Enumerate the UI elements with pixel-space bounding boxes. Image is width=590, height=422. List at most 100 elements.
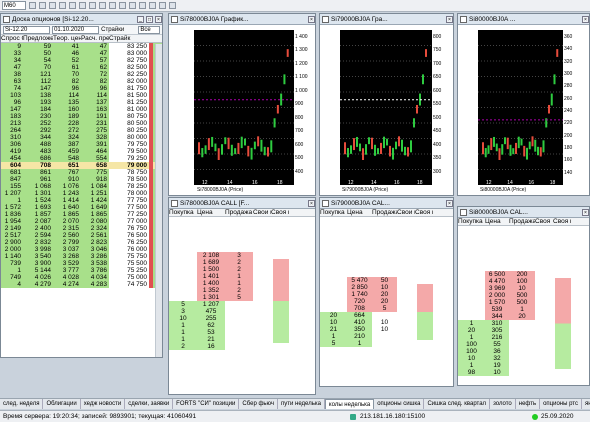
redo-icon[interactable] bbox=[119, 2, 126, 9]
board-row[interactable]: 9 59 41 47 83 250 bbox=[1, 43, 162, 50]
ask-level[interactable]: 720 20 bbox=[320, 298, 453, 305]
board-row[interactable]: 1 954 2 087 2 070 2 080 77 000 bbox=[1, 218, 162, 225]
workspace-tab[interactable]: FORTS "СИ" позиции bbox=[173, 399, 240, 409]
board-row[interactable]: 74 147 96 96 81 750 bbox=[1, 85, 162, 92]
workspace-tab[interactable]: опционы ртс bbox=[540, 399, 582, 409]
close-button[interactable]: × bbox=[446, 15, 453, 23]
ask-level[interactable]: 6 500 200 bbox=[458, 271, 589, 278]
board-row[interactable]: 2 517 2 594 2 560 2 561 76 500 bbox=[1, 232, 162, 239]
board-row[interactable]: 183 230 189 191 80 750 bbox=[1, 113, 162, 120]
hand-icon[interactable] bbox=[99, 2, 106, 9]
board-row[interactable]: 2 900 2 832 2 799 2 823 76 250 bbox=[1, 239, 162, 246]
board-row[interactable]: 1 1 524 1 414 1 424 77 750 bbox=[1, 197, 162, 204]
chart-icon[interactable] bbox=[139, 2, 146, 9]
ask-level[interactable]: 5 470 50 bbox=[320, 277, 453, 284]
board-row[interactable]: 681 861 767 775 78 750 bbox=[1, 169, 162, 176]
series-select[interactable]: Si-12.20 bbox=[3, 25, 51, 34]
ask-level[interactable]: 2 108 3 bbox=[169, 252, 315, 259]
strike-filter-select[interactable]: Все bbox=[138, 25, 160, 34]
board-row[interactable]: 419 483 459 464 79 500 bbox=[1, 148, 162, 155]
bid-level[interactable]: 1 62 bbox=[169, 322, 315, 329]
close-button[interactable]: × bbox=[446, 199, 453, 207]
ask-level[interactable]: 1 400 1 bbox=[169, 280, 315, 287]
column-header[interactable]: Страйк bbox=[109, 35, 149, 42]
ask-level[interactable]: 1 301 5 bbox=[169, 294, 315, 301]
bid-level[interactable]: 20 664 bbox=[320, 312, 453, 319]
copy-icon[interactable] bbox=[79, 2, 86, 9]
price-chart[interactable] bbox=[194, 30, 294, 185]
board-row[interactable]: 33 50 46 47 83 000 bbox=[1, 50, 162, 57]
board-row[interactable]: 739 3 900 3 529 3 538 75 500 bbox=[1, 260, 162, 267]
bid-level[interactable]: 1 53 bbox=[169, 329, 315, 336]
ask-level[interactable]: 708 5 bbox=[320, 305, 453, 312]
bid-level[interactable]: 1 21 bbox=[169, 336, 315, 343]
board-row[interactable]: 96 193 135 137 81 250 bbox=[1, 99, 162, 106]
board-row[interactable]: 63 112 82 82 82 000 bbox=[1, 78, 162, 85]
workspace-tab[interactable]: нефть bbox=[516, 399, 541, 409]
board-row[interactable]: 2 149 2 400 2 315 2 324 76 750 bbox=[1, 225, 162, 232]
board-row[interactable]: 147 184 160 163 81 000 bbox=[1, 106, 162, 113]
zoom-icon[interactable] bbox=[89, 2, 96, 9]
open-icon[interactable] bbox=[39, 2, 46, 9]
bid-level[interactable]: 21 350 10 bbox=[320, 326, 453, 333]
workspace-tab[interactable]: Сбер фьюч bbox=[239, 399, 279, 409]
board-row[interactable]: 4 4 279 4 274 4 283 74 750 bbox=[1, 281, 162, 288]
bid-level[interactable]: 10 410 10 bbox=[320, 319, 453, 326]
board-row[interactable]: 1 5 144 3 777 3 786 75 250 bbox=[1, 267, 162, 274]
board-row[interactable]: 155 1 068 1 076 1 084 78 250 bbox=[1, 183, 162, 190]
board-row[interactable]: 310 344 324 328 80 000 bbox=[1, 134, 162, 141]
board-row[interactable]: 47 70 61 62 82 500 bbox=[1, 64, 162, 71]
minimize-button[interactable]: _ bbox=[137, 15, 144, 23]
board-row[interactable]: 306 488 387 391 79 750 bbox=[1, 141, 162, 148]
ask-level[interactable]: 1 740 20 bbox=[320, 291, 453, 298]
refresh-icon[interactable] bbox=[129, 2, 136, 9]
board-row[interactable]: 749 4 026 4 028 4 034 75 000 bbox=[1, 274, 162, 281]
workspace-tab[interactable]: хедж новости bbox=[81, 399, 126, 409]
bold-icon[interactable] bbox=[159, 2, 166, 9]
print-icon[interactable] bbox=[59, 2, 66, 9]
board-row[interactable]: 604 708 651 658 79 000 bbox=[1, 162, 162, 169]
save-icon[interactable] bbox=[49, 2, 56, 9]
new-icon[interactable] bbox=[29, 2, 36, 9]
workspace-tab[interactable]: золото bbox=[490, 399, 516, 409]
workspace-tab[interactable]: опционы сишка bbox=[374, 399, 425, 409]
close-button[interactable]: × bbox=[582, 208, 589, 216]
workspace-tab[interactable]: Облигации bbox=[43, 399, 81, 409]
bid-level[interactable]: 98 10 bbox=[458, 369, 589, 376]
close-button[interactable]: × bbox=[308, 199, 315, 207]
bid-level[interactable]: 3 475 bbox=[169, 308, 315, 315]
board-row[interactable]: 2 000 3 998 3 037 3 046 76 000 bbox=[1, 246, 162, 253]
price-chart[interactable] bbox=[340, 30, 432, 185]
ask-level[interactable]: 1 352 2 bbox=[169, 287, 315, 294]
column-header[interactable]: Предложение bbox=[23, 35, 53, 42]
bid-level[interactable]: 51 bbox=[320, 340, 453, 347]
cut-icon[interactable] bbox=[69, 2, 76, 9]
board-row[interactable]: 1 207 1 301 1 243 1 251 78 000 bbox=[1, 190, 162, 197]
board-row[interactable]: 103 138 114 114 81 500 bbox=[1, 92, 162, 99]
board-row[interactable]: 213 252 228 231 80 500 bbox=[1, 120, 162, 127]
instrument-select[interactable]: M60 bbox=[2, 1, 26, 10]
column-header[interactable]: Расч. прем bbox=[81, 35, 109, 42]
bid-level[interactable]: 51 207 bbox=[169, 301, 315, 308]
workspace-tab[interactable]: колы неделька bbox=[324, 399, 375, 409]
workspace-tab[interactable]: Сишка след. квартал bbox=[424, 399, 491, 409]
board-row[interactable]: 38 121 70 72 82 250 bbox=[1, 71, 162, 78]
ask-level[interactable]: 1 401 1 bbox=[169, 273, 315, 280]
close-button[interactable]: × bbox=[308, 15, 315, 23]
workspace-tab[interactable]: пути неделька bbox=[278, 399, 325, 409]
board-row[interactable]: 264 292 272 275 80 250 bbox=[1, 127, 162, 134]
board-row[interactable]: 847 961 910 918 78 500 bbox=[1, 176, 162, 183]
font-icon[interactable] bbox=[149, 2, 156, 9]
bid-level[interactable]: 10 255 bbox=[169, 315, 315, 322]
column-header[interactable]: Спрос С bbox=[1, 35, 23, 42]
ask-level[interactable]: 1 500 2 bbox=[169, 266, 315, 273]
ask-level[interactable]: 1 689 2 bbox=[169, 259, 315, 266]
maximize-button[interactable]: □ bbox=[146, 15, 153, 23]
board-row[interactable]: 454 686 548 554 79 250 bbox=[1, 155, 162, 162]
board-row[interactable]: 1 140 3 540 3 268 3 286 75 750 bbox=[1, 253, 162, 260]
board-row[interactable]: 34 54 52 57 82 750 bbox=[1, 57, 162, 64]
workspace-tab[interactable]: яндекс bbox=[582, 399, 590, 409]
price-chart[interactable] bbox=[478, 30, 563, 185]
undo-icon[interactable] bbox=[109, 2, 116, 9]
board-row[interactable]: 1 836 1 857 1 865 1 865 77 250 bbox=[1, 211, 162, 218]
